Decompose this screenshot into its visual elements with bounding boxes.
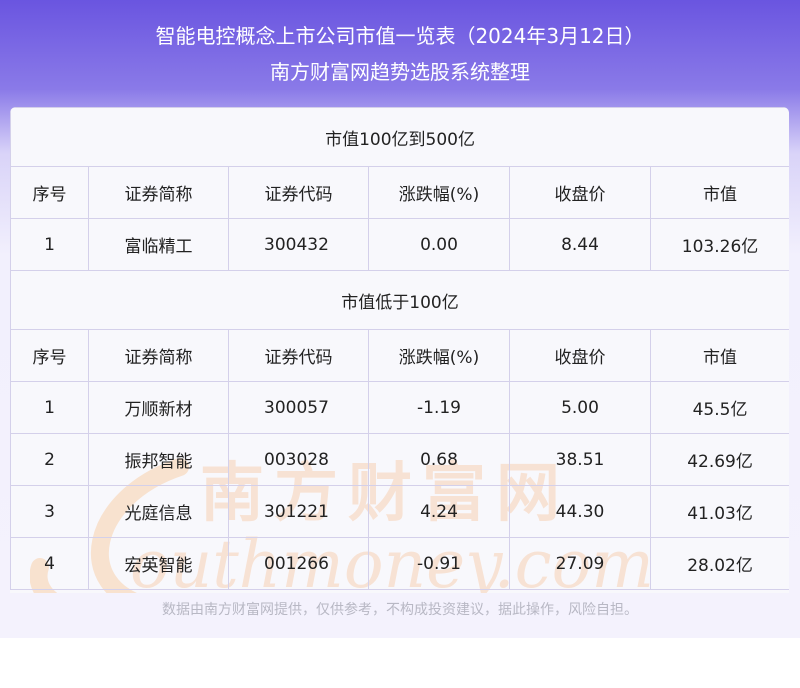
header-row: 序号 证券简称 证券代码 涨跌幅(%) 收盘价 市值 xyxy=(10,166,789,219)
table-cell: 300432 xyxy=(228,218,369,271)
column-header: 收盘价 xyxy=(509,329,651,382)
table-cell: 0.68 xyxy=(368,433,510,486)
column-header: 证券代码 xyxy=(228,329,369,382)
table-cell: -0.91 xyxy=(368,537,510,590)
section-label: 市值100亿到500亿 xyxy=(10,107,789,167)
table-row: 2 振邦智能 003028 0.68 38.51 42.69亿 xyxy=(10,433,789,486)
column-header: 证券简称 xyxy=(88,166,229,219)
table-cell: 003028 xyxy=(228,433,369,486)
table-cell: 301221 xyxy=(228,485,369,538)
table-cell: -1.19 xyxy=(368,381,510,434)
table-cell: 42.69亿 xyxy=(649,433,789,486)
column-header: 证券简称 xyxy=(88,329,229,382)
table-card: 南方财富网 outhmoney.com 市值100亿到500亿 序号 证券简称 … xyxy=(10,107,789,593)
column-header: 市值 xyxy=(649,329,789,382)
column-header: 涨跌幅(%) xyxy=(368,329,510,382)
table-cell: 2 xyxy=(10,433,89,486)
table-cell: 44.30 xyxy=(509,485,651,538)
column-header: 收盘价 xyxy=(509,166,651,219)
table-row: 1 富临精工 300432 0.00 8.44 103.26亿 xyxy=(10,218,789,271)
column-header: 序号 xyxy=(10,329,89,382)
column-header: 涨跌幅(%) xyxy=(368,166,510,219)
table-cell: 万顺新材 xyxy=(88,381,229,434)
table-cell: 振邦智能 xyxy=(88,433,229,486)
page-title: 智能电控概念上市公司市值一览表（2024年3月12日） xyxy=(155,24,645,48)
section-row: 市值100亿到500亿 xyxy=(10,107,789,167)
header-row: 序号 证券简称 证券代码 涨跌幅(%) 收盘价 市值 xyxy=(10,329,789,382)
table-cell: 103.26亿 xyxy=(649,218,789,271)
table-cell: 1 xyxy=(10,381,89,434)
table-cell: 45.5亿 xyxy=(649,381,789,434)
disclaimer-text: 数据由南方财富网提供，仅供参考，不构成投资建议，据此操作，风险自担。 xyxy=(162,602,638,618)
table-cell: 5.00 xyxy=(509,381,651,434)
table-cell: 300057 xyxy=(228,381,369,434)
table-cell: 41.03亿 xyxy=(649,485,789,538)
table-cell: 28.02亿 xyxy=(649,537,789,590)
column-header: 序号 xyxy=(10,166,89,219)
page-subtitle: 南方财富网趋势选股系统整理 xyxy=(270,60,530,84)
table-cell: 3 xyxy=(10,485,89,538)
table-row: 3 光庭信息 301221 4.24 44.30 41.03亿 xyxy=(10,485,789,538)
table-cell: 富临精工 xyxy=(88,218,229,271)
table-cell: 38.51 xyxy=(509,433,651,486)
column-header: 证券代码 xyxy=(228,166,369,219)
market-cap-table: 市值100亿到500亿 序号 证券简称 证券代码 涨跌幅(%) 收盘价 市值 1… xyxy=(10,107,789,590)
table-cell: 001266 xyxy=(228,537,369,590)
table-cell: 4 xyxy=(10,537,89,590)
header: 智能电控概念上市公司市值一览表（2024年3月12日） 南方财富网趋势选股系统整… xyxy=(0,0,800,100)
table-row: 4 宏英智能 001266 -0.91 27.09 28.02亿 xyxy=(10,537,789,590)
section-label: 市值低于100亿 xyxy=(10,270,789,330)
table-cell: 光庭信息 xyxy=(88,485,229,538)
table-cell: 4.24 xyxy=(368,485,510,538)
table-cell: 8.44 xyxy=(509,218,651,271)
table-cell: 27.09 xyxy=(509,537,651,590)
column-header: 市值 xyxy=(649,166,789,219)
table-row: 1 万顺新材 300057 -1.19 5.00 45.5亿 xyxy=(10,381,789,434)
table-cell: 宏英智能 xyxy=(88,537,229,590)
table-cell: 0.00 xyxy=(368,218,510,271)
section-row: 市值低于100亿 xyxy=(10,270,789,330)
table-cell: 1 xyxy=(10,218,89,271)
